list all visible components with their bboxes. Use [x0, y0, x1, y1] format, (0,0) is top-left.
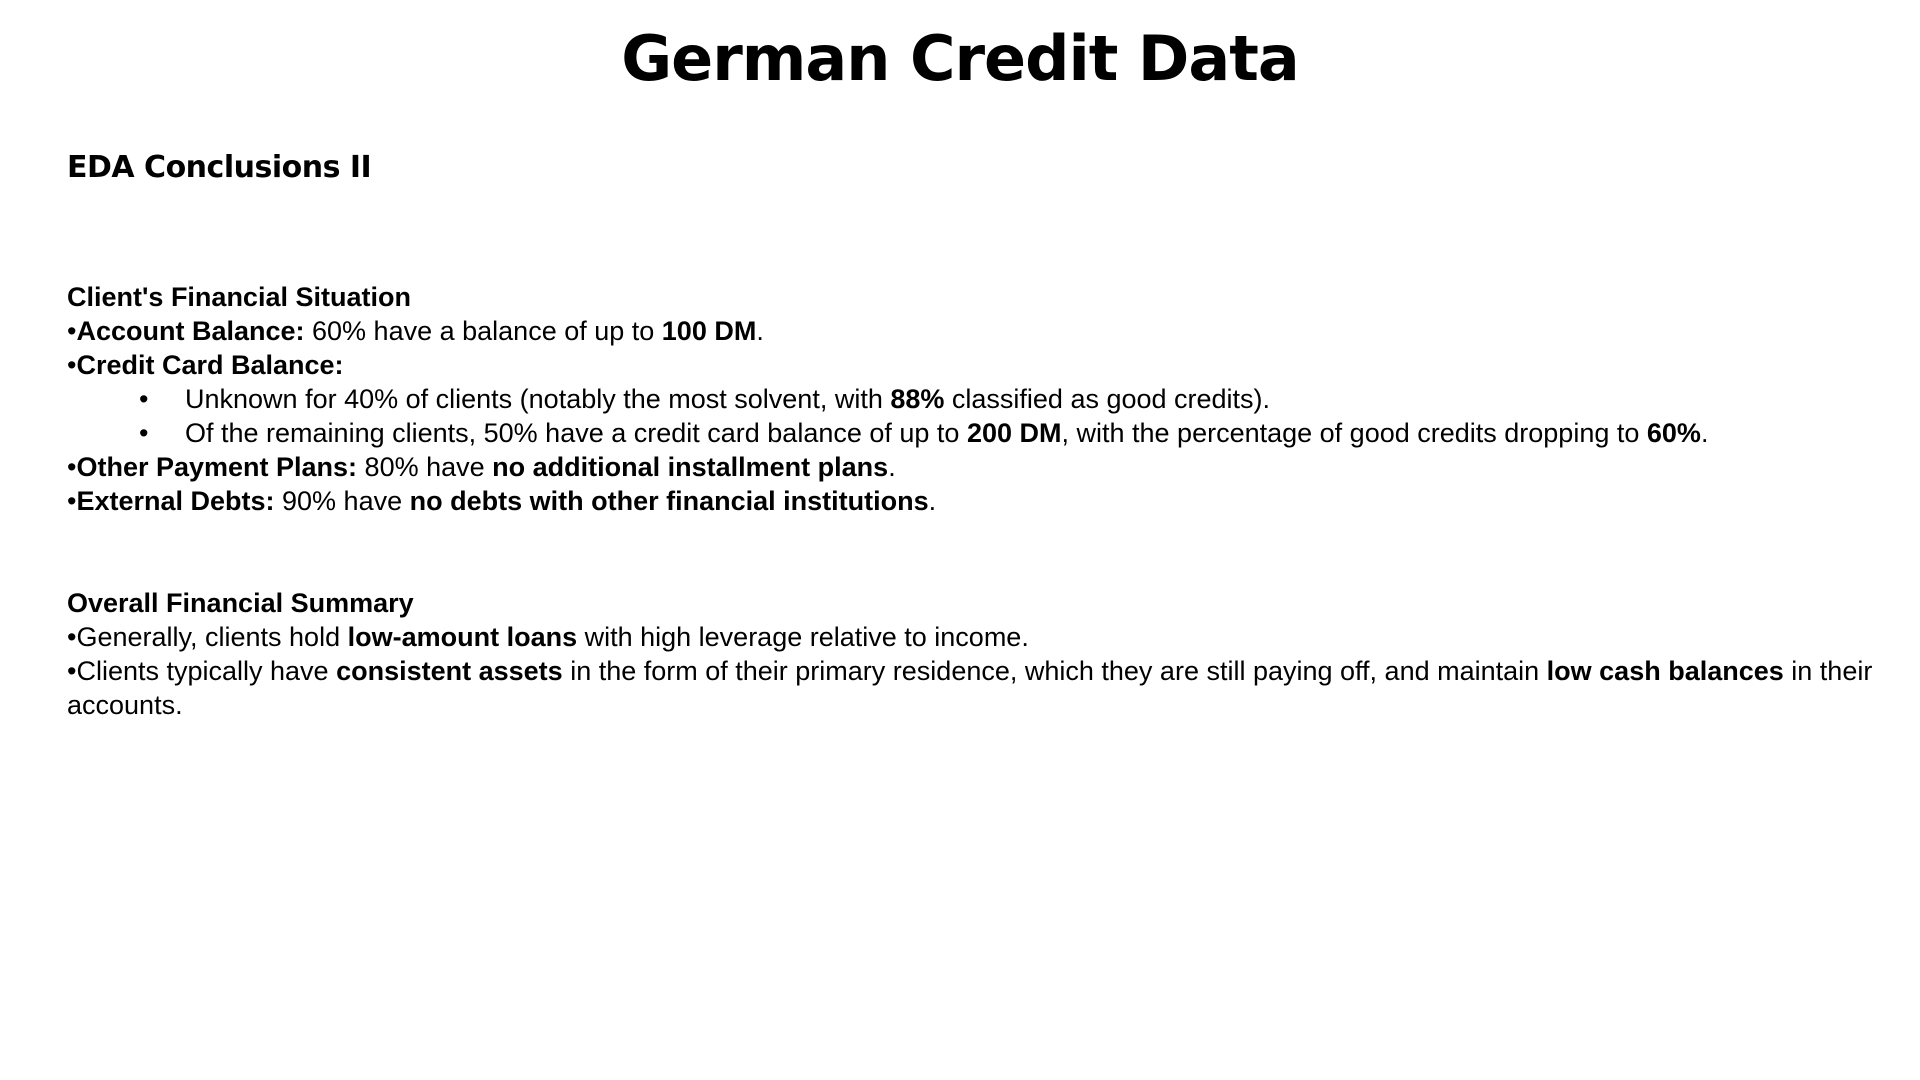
bold-segment: 88% [890, 384, 945, 414]
bold-segment: no additional installment plans [492, 452, 889, 482]
text-segment: Clients typically have [76, 656, 337, 686]
bold-segment: no debts with other financial institutio… [409, 486, 929, 516]
text-segment: . [756, 316, 764, 346]
bullet-external-debts: •External Debts: 90% have no debts with … [67, 484, 1887, 518]
text-segment: 80% have [357, 452, 493, 482]
bullet-low-amount-loans: •Generally, clients hold low-amount loan… [67, 620, 1887, 654]
slide-content: Client's Financial Situation •Account Ba… [67, 280, 1887, 722]
section-heading-financial-situation: Client's Financial Situation [67, 282, 411, 312]
label-other-payment-plans: Other Payment Plans: [76, 452, 358, 482]
sub-bullet-marker: • [139, 418, 149, 448]
bold-segment: 60% [1646, 418, 1701, 448]
slide-subtitle: EDA Conclusions II [67, 150, 372, 185]
bullet-credit-card-balance: •Credit Card Balance: [67, 348, 1887, 382]
text-segment: with high leverage relative to income. [577, 622, 1029, 652]
label-credit-card-balance: Credit Card Balance: [76, 350, 344, 380]
label-external-debts: External Debts: [76, 486, 275, 516]
text-segment: . [928, 486, 937, 516]
sub-bullet-marker: • [139, 384, 149, 414]
bold-segment: 100 DM [661, 316, 757, 346]
text-segment: in the form of their primary residence, … [562, 656, 1547, 686]
bullet-other-payment-plans: •Other Payment Plans: 80% have no additi… [67, 450, 1887, 484]
text-segment: Generally, clients hold [76, 622, 348, 652]
text-segment: Unknown for 40% of clients (notably the … [185, 384, 891, 414]
bold-segment: low-amount loans [347, 622, 578, 652]
text-segment: classified as good credits). [944, 384, 1271, 414]
text-segment: . [1700, 418, 1709, 448]
sub-bullet-unknown-clients: • Unknown for 40% of clients (notably the… [67, 382, 1887, 416]
text-segment: , with the percentage of good credits dr… [1061, 418, 1647, 448]
bold-segment: low cash balances [1546, 656, 1784, 686]
text-segment: 90% have [274, 486, 410, 516]
text-segment: Of the remaining clients, 50% have a cre… [185, 418, 967, 448]
bullet-account-balance: •Account Balance: 60% have a balance of … [67, 314, 1887, 348]
bold-segment: consistent assets [336, 656, 563, 686]
slide-title: German Credit Data [621, 22, 1299, 95]
sub-bullet-remaining-clients: • Of the remaining clients, 50% have a cr… [67, 416, 1887, 450]
text-segment: . [888, 452, 896, 482]
bullet-consistent-assets: •Clients typically have consistent asset… [67, 654, 1887, 722]
section-heading-financial-summary: Overall Financial Summary [67, 588, 414, 618]
text-segment: 60% have a balance of up to [304, 316, 662, 346]
bold-segment: 200 DM [966, 418, 1062, 448]
label-account-balance: Account Balance: [76, 316, 305, 346]
